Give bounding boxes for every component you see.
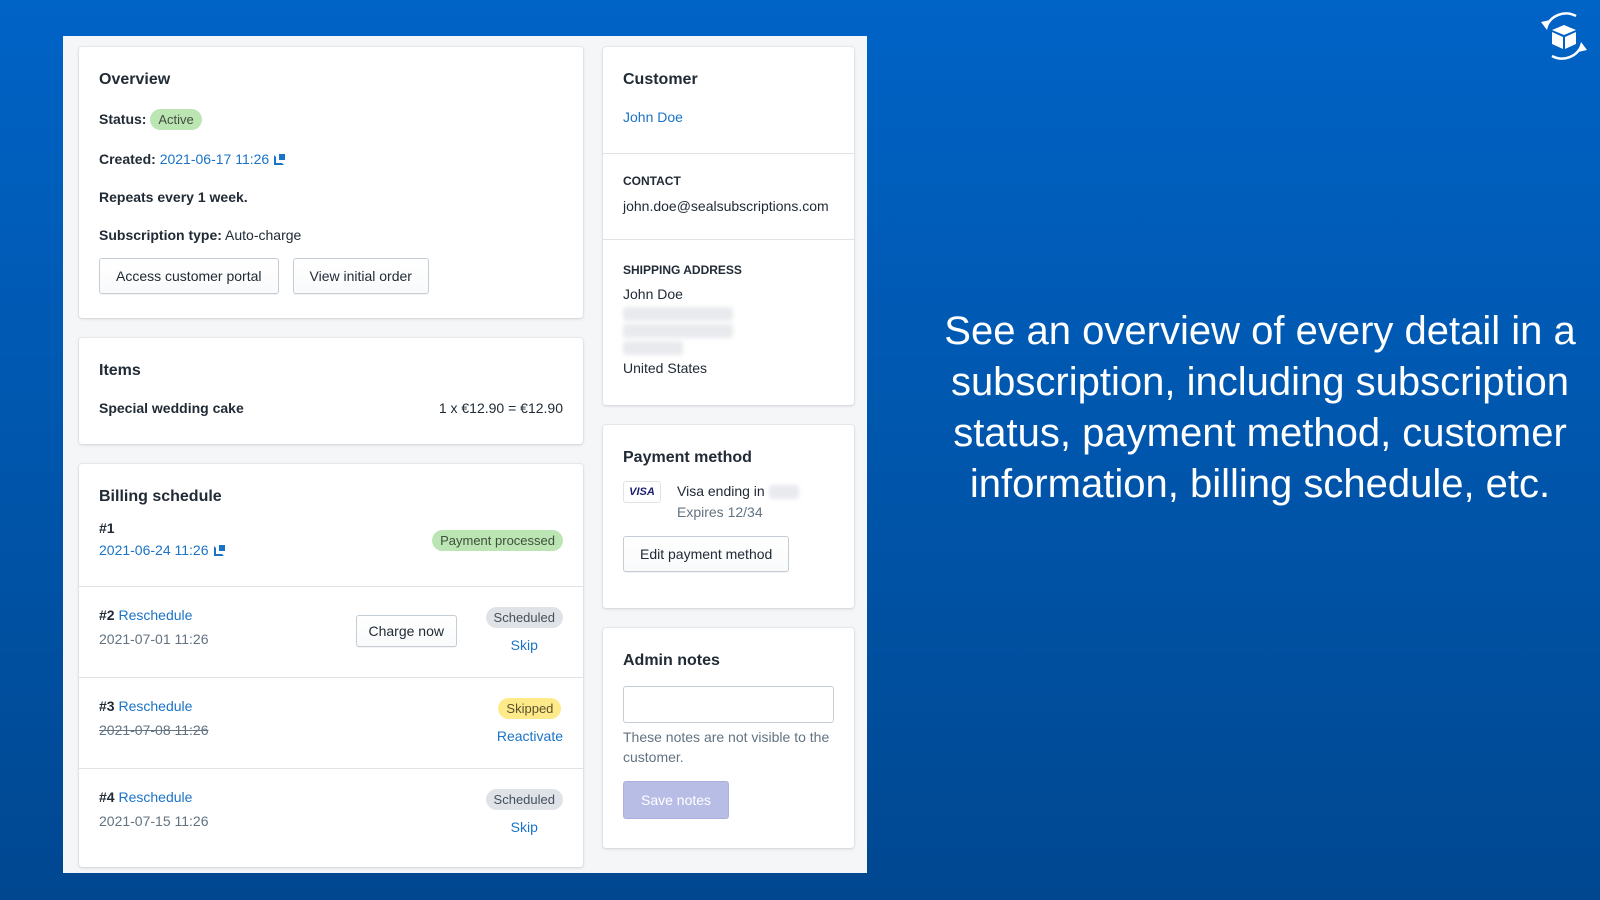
repeats-text: Repeats every 1 week. — [99, 189, 248, 205]
billing-card: Billing schedule #1 2021-06-24 11:26 Pay… — [79, 464, 583, 867]
entry-number: #1 — [99, 520, 115, 536]
overview-title: Overview — [99, 71, 171, 88]
overview-card: Overview Status: Active Created: 2021-06… — [79, 47, 583, 318]
reschedule-link[interactable]: Reschedule — [118, 789, 192, 805]
ship-country: United States — [623, 360, 708, 376]
notes-help-text: These notes are not visible to the custo… — [623, 729, 830, 765]
billing-entry-4: #4 Reschedule 2021-07-15 11:26 Scheduled… — [79, 768, 583, 859]
admin-notes-input[interactable] — [623, 686, 834, 723]
payment-title: Payment method — [623, 449, 752, 466]
entry-date: 2021-07-08 11:26 — [99, 722, 209, 738]
customer-title: Customer — [623, 71, 698, 88]
created-label: Created: — [99, 151, 156, 167]
items-card: Items Special wedding cake 1 x €12.90 = €… — [79, 338, 583, 444]
skip-link[interactable]: Skip — [511, 637, 538, 653]
view-order-button[interactable]: View initial order — [292, 258, 429, 294]
subscription-panel: Overview Status: Active Created: 2021-06… — [63, 36, 867, 873]
entry-date-link[interactable]: 2021-06-24 11:26 — [99, 542, 209, 558]
skip-link[interactable]: Skip — [511, 819, 538, 835]
billing-entry-3: #3 Reschedule 2021-07-08 11:26 Skipped Re… — [79, 677, 583, 768]
app-logo-icon — [1541, 12, 1587, 60]
access-portal-button[interactable]: Access customer portal — [99, 258, 279, 294]
billing-title: Billing schedule — [99, 488, 222, 505]
visa-icon: VISA — [623, 481, 661, 503]
item-name: Special wedding cake — [99, 400, 244, 416]
card-expiry: Expires 12/34 — [677, 504, 763, 521]
status-badge: Scheduled — [485, 607, 563, 628]
status-badge: Payment processed — [432, 530, 563, 551]
billing-entry-2: #2 Reschedule 2021-07-01 11:26 Charge no… — [79, 586, 583, 677]
payment-card: Payment method VISA Visa ending in Expir… — [603, 425, 854, 608]
contact-label: Contact — [623, 174, 681, 188]
created-link[interactable]: 2021-06-17 11:26 — [160, 151, 270, 167]
entry-number: #4 — [99, 789, 115, 805]
redacted-state — [623, 341, 683, 355]
marketing-slogan: See an overview of every detail in a sub… — [944, 309, 1576, 506]
redacted-street — [623, 307, 733, 321]
card-ending: Visa ending in — [677, 483, 765, 499]
entry-number: #3 — [99, 698, 115, 714]
shipping-label: Shipping address — [623, 263, 742, 277]
reactivate-link[interactable]: Reactivate — [497, 728, 563, 744]
ship-name: John Doe — [623, 286, 683, 302]
external-link-icon[interactable] — [213, 545, 225, 556]
status-badge: Skipped — [498, 698, 562, 719]
items-title: Items — [99, 362, 141, 379]
entry-number: #2 — [99, 607, 115, 623]
redacted-city — [623, 324, 733, 338]
billing-entry-1: #1 2021-06-24 11:26 Payment processed — [79, 520, 583, 578]
external-link-icon[interactable] — [274, 154, 286, 165]
redacted-digits — [768, 485, 799, 500]
reschedule-link[interactable]: Reschedule — [118, 607, 192, 623]
status-badge: Active — [150, 109, 202, 130]
customer-name-link[interactable]: John Doe — [623, 109, 683, 125]
item-row: Special wedding cake 1 x €12.90 = €12.90 — [99, 400, 563, 416]
item-price: 1 x €12.90 = €12.90 — [438, 400, 563, 416]
reschedule-link[interactable]: Reschedule — [118, 698, 192, 714]
customer-email: john.doe@sealsubscriptions.com — [623, 198, 829, 214]
type-label: Subscription type: — [99, 227, 222, 243]
save-notes-button[interactable]: Save notes — [623, 781, 730, 819]
edit-payment-button[interactable]: Edit payment method — [623, 536, 790, 573]
status-badge: Scheduled — [485, 789, 563, 810]
admin-notes-card: Admin notes These notes are not visible … — [603, 628, 854, 848]
customer-card: Customer John Doe Contact john.doe@seals… — [603, 47, 854, 405]
admin-notes-title: Admin notes — [623, 652, 720, 669]
charge-now-button[interactable]: Charge now — [355, 615, 457, 647]
status-label: Status: — [99, 111, 147, 127]
type-value: Auto-charge — [225, 227, 302, 243]
